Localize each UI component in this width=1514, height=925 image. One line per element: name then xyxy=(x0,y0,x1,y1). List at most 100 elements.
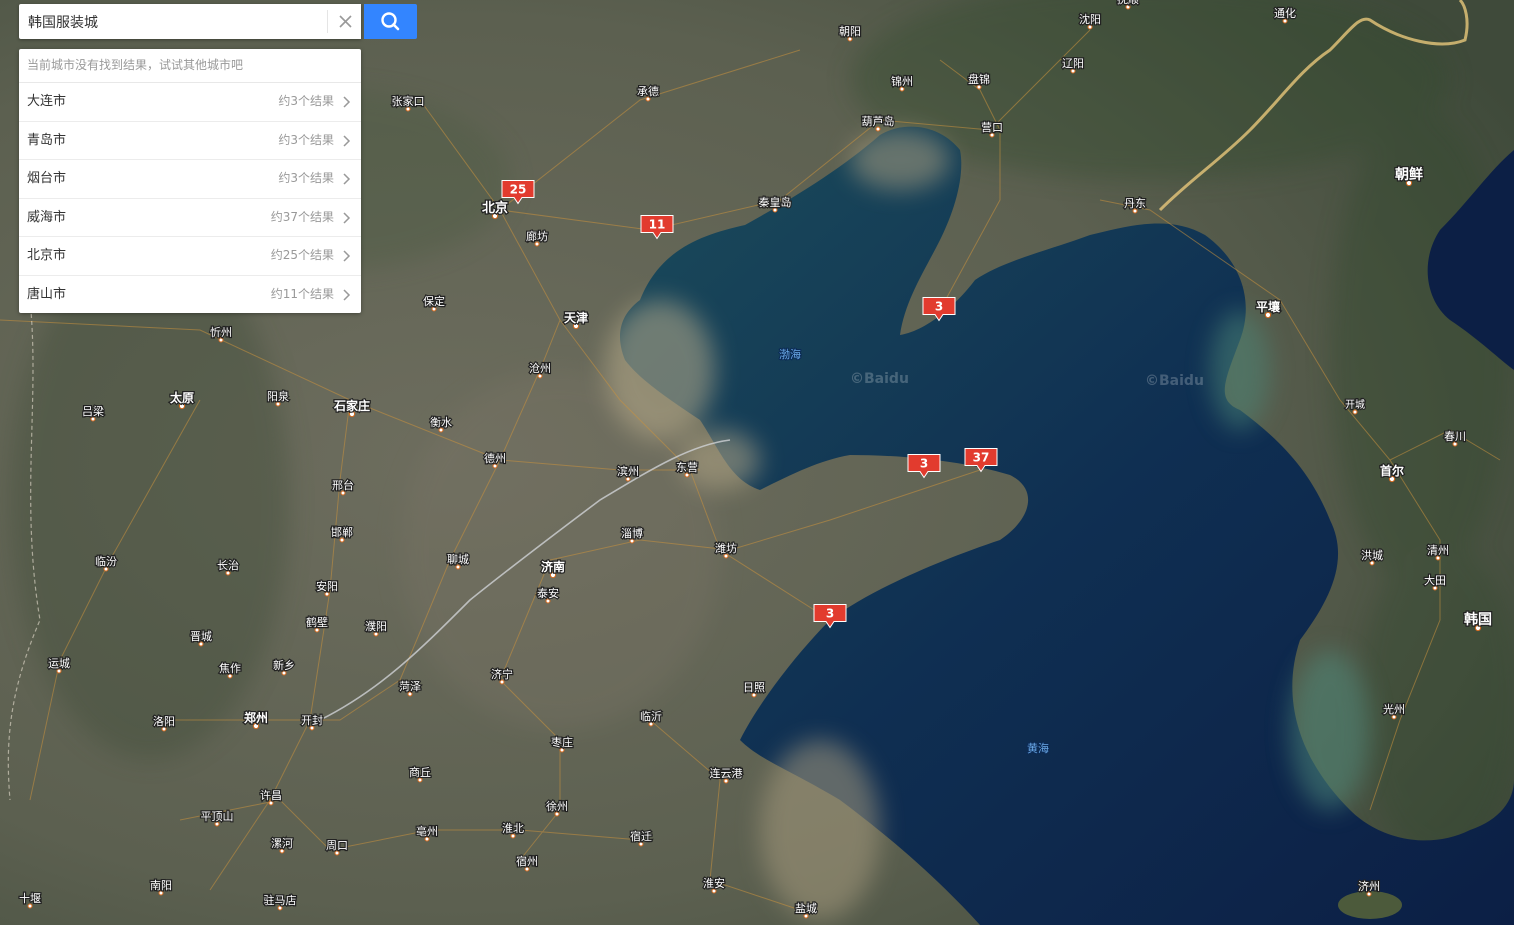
clear-button[interactable] xyxy=(327,10,362,33)
city-name: 秦皇岛 xyxy=(759,195,792,209)
result-row[interactable]: 威海市 约37个结果 xyxy=(19,199,361,237)
result-city: 唐山市 xyxy=(27,286,67,302)
city-name: 衡水 xyxy=(430,416,452,429)
city-name: 鹤壁 xyxy=(306,615,328,629)
city-name: 通化 xyxy=(1274,6,1296,20)
city-name: 商丘 xyxy=(409,765,431,779)
city-name: 韩国 xyxy=(1464,611,1492,628)
city-name: 保定 xyxy=(423,294,445,308)
city-name: 菏泽 xyxy=(399,680,421,693)
city-name: 德州 xyxy=(484,451,506,465)
city-name: 济南 xyxy=(541,559,565,574)
result-count: 约3个结果 xyxy=(278,132,334,147)
city-name: 洪城 xyxy=(1361,548,1383,562)
city-name: 吕梁 xyxy=(82,404,104,418)
chevron-right-icon xyxy=(343,134,351,147)
city-name: 长治 xyxy=(217,558,239,572)
search-button[interactable] xyxy=(364,4,417,39)
city-name: 郑州 xyxy=(244,710,268,725)
city-name: 邯郸 xyxy=(331,525,353,539)
city-name: 张家口 xyxy=(392,94,425,108)
city-name: 焦作 xyxy=(219,662,241,675)
city-name: 周口 xyxy=(326,839,348,852)
city-name: 济宁 xyxy=(491,667,513,681)
city-name: 葫芦岛 xyxy=(862,114,895,128)
city-name: 徐州 xyxy=(546,799,568,813)
city-name: 许昌 xyxy=(260,789,282,802)
city-name: 朝鲜 xyxy=(1395,166,1423,183)
city-name: 东营 xyxy=(676,460,698,474)
marker-count: 3 xyxy=(935,300,943,314)
sea-name: 黄海 xyxy=(1027,741,1049,755)
city-name: 辽阳 xyxy=(1062,57,1084,70)
result-row[interactable]: 烟台市 约3个结果 xyxy=(19,160,361,199)
result-count: 约25个结果 xyxy=(270,248,334,262)
city-name: 清州 xyxy=(1427,544,1449,557)
city-name: 十堰 xyxy=(19,891,41,905)
city-name: 枣庄 xyxy=(551,735,573,749)
result-row[interactable]: 唐山市 约11个结果 xyxy=(19,276,361,314)
city-name: 承德 xyxy=(637,84,659,98)
city-name: 滨州 xyxy=(617,464,639,478)
city-name: 盐城 xyxy=(795,902,817,915)
city-name: 盘锦 xyxy=(968,72,990,86)
marker-count: 37 xyxy=(973,451,990,465)
city-name: 朝阳 xyxy=(839,25,861,38)
city-name: 洛阳 xyxy=(153,714,175,728)
result-city: 大连市 xyxy=(27,94,67,109)
city-name: 营口 xyxy=(981,120,1003,134)
city-name: 开城 xyxy=(1345,399,1365,411)
city-name: 驻马店 xyxy=(264,893,297,907)
city-name: 日照 xyxy=(743,681,765,694)
chevron-right-icon xyxy=(343,173,351,185)
city-name: 忻州 xyxy=(210,326,232,339)
city-name: 抚顺 xyxy=(1117,0,1139,6)
city-name: 光州 xyxy=(1383,702,1405,716)
close-icon xyxy=(339,15,352,28)
city-name: 聊城 xyxy=(447,552,469,566)
city-name: 沈阳 xyxy=(1079,12,1101,26)
city-label: 朝鲜 xyxy=(1394,165,1424,187)
city-name: 邢台 xyxy=(332,478,354,492)
no-result-notice: 当前城市没有找到结果，试试其他城市吧 xyxy=(19,49,361,83)
result-count: 约3个结果 xyxy=(278,171,334,185)
result-row[interactable]: 大连市 约3个结果 xyxy=(19,83,361,122)
result-city: 威海市 xyxy=(27,209,67,225)
city-label: 北京 xyxy=(481,199,509,220)
city-name: 淮北 xyxy=(502,822,524,835)
city-name: 平顶山 xyxy=(201,810,234,823)
result-row[interactable]: 青岛市 约3个结果 xyxy=(19,122,361,160)
result-city: 烟台市 xyxy=(27,171,67,186)
city-name: 泰安 xyxy=(537,586,559,600)
city-name: 廊坊 xyxy=(526,229,548,243)
result-row[interactable]: 北京市 约25个结果 xyxy=(19,237,361,276)
chevron-right-icon xyxy=(343,288,351,301)
city-name: 运城 xyxy=(48,657,70,670)
city-name: 晋城 xyxy=(190,630,212,643)
city-results-panel: 当前城市没有找到结果，试试其他城市吧 大连市 约3个结果 青岛市 约3个结果 烟台市 约3… xyxy=(19,49,361,313)
chevron-right-icon xyxy=(343,211,351,224)
chevron-right-icon xyxy=(343,96,351,108)
baidu-watermark: ©Baidu xyxy=(850,371,909,387)
result-count: 约3个结果 xyxy=(278,94,334,108)
city-name: 连云港 xyxy=(710,767,743,780)
city-name: 淄博 xyxy=(621,527,643,540)
result-city: 青岛市 xyxy=(27,132,67,148)
city-name: 新乡 xyxy=(273,658,295,672)
marker-count: 3 xyxy=(920,457,928,471)
city-name: 潍坊 xyxy=(715,541,737,555)
city-name: 南阳 xyxy=(150,879,172,892)
result-city: 北京市 xyxy=(27,248,67,263)
city-name: 开封 xyxy=(301,713,323,727)
search-icon xyxy=(381,12,400,31)
search-input[interactable] xyxy=(19,4,319,39)
city-name: 宿迁 xyxy=(630,829,652,843)
result-count: 约11个结果 xyxy=(270,286,334,301)
city-label: 韩国 xyxy=(1463,610,1493,632)
chevron-right-icon xyxy=(343,250,351,262)
city-name: 濮阳 xyxy=(365,619,387,633)
city-name: 漯河 xyxy=(271,837,293,850)
city-name: 太原 xyxy=(170,390,194,405)
city-name: 平壤 xyxy=(1256,299,1281,314)
city-name: 丹东 xyxy=(1124,197,1146,210)
